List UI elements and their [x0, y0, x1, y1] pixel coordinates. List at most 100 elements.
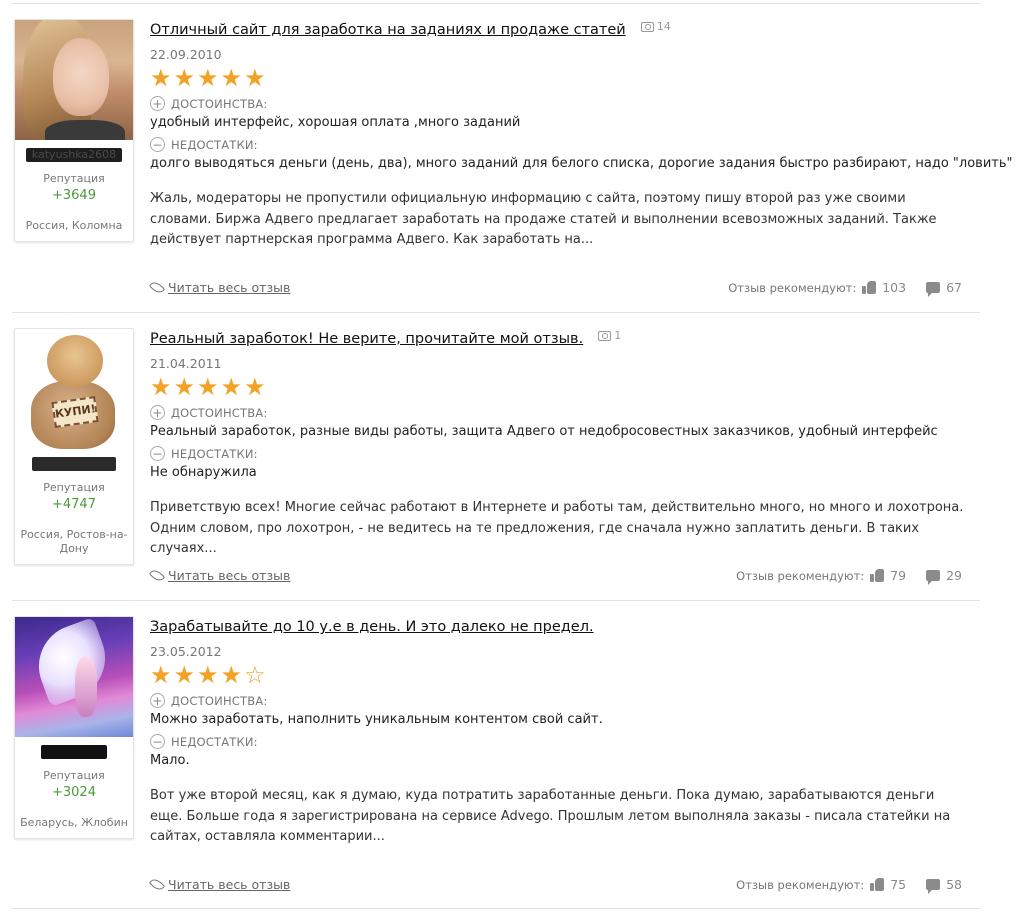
minus-icon: − — [150, 734, 165, 749]
review-content: Отличный сайт для заработка на заданиях … — [150, 19, 1013, 251]
review-meta: Отзыв рекомендуют: 75 58 — [736, 877, 962, 894]
recommend-label: Отзыв рекомендуют: — [728, 280, 857, 295]
pros-label: ДОСТОИНСТВА: — [171, 693, 268, 708]
review-content: Зарабатывайте до 10 у.е в день. И это да… — [150, 616, 970, 848]
review-footer: Читать весь отзыв Отзыв рекомендуют: 79 … — [148, 567, 970, 588]
camera-icon — [598, 330, 612, 341]
cons-heading: − НЕДОСТАТКИ: — [150, 446, 970, 461]
thumbs-up-icon[interactable] — [870, 878, 885, 891]
review-item: Репутация +3024 Беларусь, Жлобин Зарабат… — [12, 601, 980, 909]
review-excerpt: Вот уже второй месяц, как я думаю, куда … — [150, 788, 951, 844]
reputation-label: Репутация — [43, 481, 105, 494]
read-more-label: Читать весь отзыв — [168, 877, 291, 892]
reputation-value: +3024 — [52, 785, 96, 800]
pros-heading: + ДОСТОИНСТВА: — [150, 405, 970, 420]
comment-icon[interactable] — [926, 879, 941, 894]
read-more-link[interactable]: Читать весь отзыв — [148, 567, 291, 584]
avatar[interactable] — [15, 20, 133, 140]
eye-icon — [148, 876, 166, 893]
review-excerpt: Жаль, модераторы не пропустили официальн… — [150, 191, 937, 247]
comments-count: 58 — [946, 877, 962, 892]
avatar-shirt — [45, 120, 125, 140]
user-location: Россия, Ростов-на-Дону — [20, 528, 128, 555]
avatar-wing — [27, 617, 117, 707]
recommend-label: Отзыв рекомендуют: — [736, 877, 865, 892]
review-excerpt: Приветствую всех! Многие сейчас работают… — [150, 500, 964, 556]
pros-label: ДОСТОИНСТВА: — [171, 96, 268, 111]
comment-icon[interactable] — [926, 570, 941, 585]
likes-count: 103 — [882, 280, 907, 295]
review-title[interactable]: Отличный сайт для заработка на заданиях … — [150, 22, 626, 38]
avatar[interactable] — [15, 617, 133, 737]
photo-count[interactable]: 1 — [598, 329, 621, 342]
read-more-label: Читать весь отзыв — [168, 280, 291, 295]
camera-icon — [640, 21, 654, 32]
user-card[interactable]: Репутация +3024 Беларусь, Жлобин — [14, 616, 134, 839]
pros-label: ДОСТОИНСТВА: — [171, 405, 268, 420]
rating-stars: ★★★★★ — [150, 373, 268, 401]
read-more-link[interactable]: Читать весь отзыв — [148, 876, 291, 893]
likes-count: 79 — [890, 568, 907, 583]
plus-icon: + — [150, 96, 165, 111]
avatar[interactable]: КУПИ! — [15, 329, 133, 449]
likes-count: 75 — [890, 877, 907, 892]
review-footer: Читать весь отзыв Отзыв рекомендуют: 103… — [148, 279, 970, 300]
pros-text: Можно заработать, наполнить уникальным к… — [150, 712, 603, 727]
cons-text: Не обнаружила — [150, 465, 257, 480]
user-nickname[interactable] — [41, 745, 107, 759]
review-title[interactable]: Реальный заработок! Не верите, прочитайт… — [150, 331, 583, 347]
minus-icon: − — [150, 446, 165, 461]
recommend-label: Отзыв рекомендуют: — [736, 568, 865, 583]
cons-text: долго выводяться деньги (день, два), мно… — [150, 156, 1013, 171]
thumbs-up-icon[interactable] — [870, 569, 885, 582]
plus-icon: + — [150, 693, 165, 708]
user-location: Беларусь, Жлобин — [20, 816, 128, 829]
review-date: 22.09.2010 — [150, 47, 222, 62]
eye-icon — [148, 567, 166, 584]
reputation-label: Репутация — [43, 172, 105, 185]
cons-label: НЕДОСТАТКИ: — [171, 446, 258, 461]
minus-icon: − — [150, 137, 165, 152]
rating-stars: ★★★★★ — [150, 64, 268, 92]
review-meta: Отзыв рекомендуют: 79 29 — [736, 568, 962, 585]
pros-text: Реальный заработок, разные виды работы, … — [150, 424, 938, 439]
review-date: 23.05.2012 — [150, 644, 222, 659]
user-nickname[interactable]: katyushka2608 — [26, 148, 122, 162]
avatar-cat-head — [47, 335, 103, 387]
review-item: КУПИ! Репутация +4747 Россия, Ростов-на-… — [12, 313, 980, 601]
user-location: Россия, Коломна — [25, 219, 123, 232]
review-footer: Читать весь отзыв Отзыв рекомендуют: 75 … — [148, 876, 970, 897]
reputation-value: +4747 — [52, 497, 96, 512]
comments-count: 67 — [946, 280, 962, 295]
read-more-label: Читать весь отзыв — [168, 568, 291, 583]
eye-icon — [148, 279, 166, 296]
comment-icon[interactable] — [926, 282, 941, 297]
empty-star-icon: ☆ — [244, 661, 268, 689]
review-content: Реальный заработок! Не верите, прочитайт… — [150, 328, 970, 560]
cons-label: НЕДОСТАТКИ: — [171, 137, 258, 152]
user-nickname[interactable] — [32, 457, 116, 471]
comments-count: 29 — [946, 568, 962, 583]
user-card[interactable]: КУПИ! Репутация +4747 Россия, Ростов-на-… — [14, 328, 134, 565]
avatar-face — [53, 38, 109, 116]
pros-heading: + ДОСТОИНСТВА: — [150, 96, 970, 111]
avatar-figure — [75, 657, 97, 717]
review-date: 21.04.2011 — [150, 356, 222, 371]
pros-heading: + ДОСТОИНСТВА: — [150, 693, 970, 708]
photo-count-value: 1 — [614, 329, 622, 342]
cons-label: НЕДОСТАТКИ: — [171, 734, 258, 749]
review-meta: Отзыв рекомендуют: 103 67 — [728, 280, 962, 297]
photo-count-value: 14 — [656, 20, 671, 33]
rating-stars: ★★★★☆ — [150, 662, 970, 688]
thumbs-up-icon[interactable] — [862, 281, 877, 294]
reputation-label: Репутация — [43, 769, 105, 782]
photo-count[interactable]: 14 — [640, 20, 671, 33]
cons-heading: − НЕДОСТАТКИ: — [150, 734, 970, 749]
reputation-value: +3649 — [52, 188, 96, 203]
user-card[interactable]: katyushka2608 Репутация +3649 Россия, Ко… — [14, 19, 134, 242]
cons-text: Мало. — [150, 753, 190, 768]
review-title[interactable]: Зарабатывайте до 10 у.е в день. И это да… — [150, 619, 594, 635]
review-item: katyushka2608 Репутация +3649 Россия, Ко… — [12, 4, 1013, 313]
read-more-link[interactable]: Читать весь отзыв — [148, 279, 291, 296]
filled-stars: ★★★★ — [150, 661, 245, 689]
